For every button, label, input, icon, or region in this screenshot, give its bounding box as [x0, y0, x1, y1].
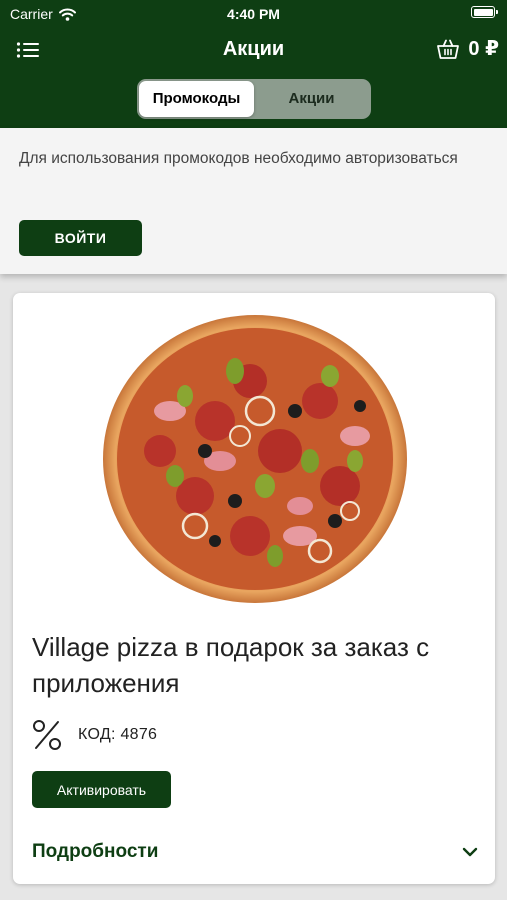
- activate-button[interactable]: Активировать: [32, 771, 171, 808]
- battery-icon: [471, 6, 498, 18]
- menu-button[interactable]: [16, 40, 40, 60]
- details-label: Подробности: [32, 841, 159, 862]
- promo-title: Village pizza в подарок за заказ с прило…: [32, 632, 430, 698]
- pizza-image: [100, 311, 412, 607]
- tabs-segmented-control: Промокоды Акции: [137, 79, 371, 119]
- promo-code-row: КОД: 4876: [32, 717, 157, 753]
- tab-promocodes[interactable]: Промокоды: [139, 81, 254, 117]
- login-button[interactable]: ВОЙТИ: [19, 220, 142, 256]
- cart-button[interactable]: 0 ₽: [436, 36, 499, 61]
- header: Carrier 4:40 PM Акции 0 ₽ Промокоды Акци…: [0, 0, 507, 128]
- chevron-down-icon: [462, 847, 478, 857]
- promo-card: Village pizza в подарок за заказ с прило…: [13, 293, 495, 884]
- cart-total: 0 ₽: [468, 38, 499, 60]
- menu-icon: [16, 42, 39, 58]
- status-time: 4:40 PM: [227, 6, 280, 22]
- status-bar: Carrier 4:40 PM: [0, 0, 507, 28]
- basket-icon: [437, 39, 460, 59]
- details-toggle[interactable]: Подробности: [32, 835, 478, 869]
- promo-code: КОД: 4876: [78, 726, 158, 743]
- nav-bar: Акции 0 ₽: [0, 28, 507, 72]
- auth-message: Для использования промокодов необходимо …: [19, 150, 458, 167]
- tab-promotions[interactable]: Акции: [254, 81, 369, 117]
- auth-notice-panel: Для использования промокодов необходимо …: [0, 128, 507, 274]
- percent-icon: [33, 720, 61, 750]
- page-title: Акции: [222, 38, 285, 60]
